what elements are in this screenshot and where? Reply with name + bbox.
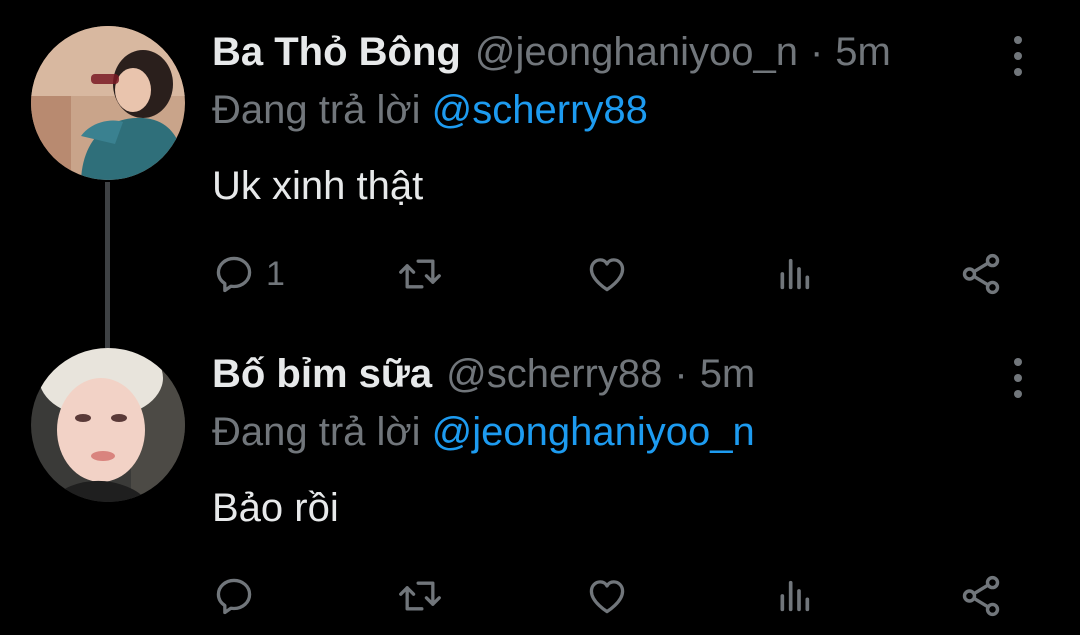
replying-to-handle-link[interactable]: @scherry88 bbox=[432, 88, 648, 132]
share-button[interactable] bbox=[958, 248, 1004, 300]
views-button[interactable] bbox=[774, 570, 814, 622]
tweet[interactable]: Ba Thỏ Bông @jeonghaniyoo_n · 5m Đang tr… bbox=[0, 0, 1080, 322]
reply-button[interactable]: 1 bbox=[212, 248, 285, 300]
timestamp[interactable]: 5m bbox=[700, 352, 756, 397]
retweet-icon bbox=[396, 252, 444, 296]
tweet-text: Bảo rồi bbox=[212, 486, 339, 530]
tweet-header: Bố bỉm sữa @scherry88 · 5m bbox=[212, 352, 755, 402]
share-icon bbox=[958, 573, 1004, 619]
tweet-text: Uk xinh thật bbox=[212, 164, 424, 208]
retweet-button[interactable] bbox=[396, 570, 444, 622]
reply-count: 1 bbox=[266, 254, 285, 293]
like-icon bbox=[584, 252, 630, 296]
replying-to: Đang trả lời @jeonghaniyoo_n bbox=[212, 410, 755, 455]
like-button[interactable] bbox=[584, 570, 630, 622]
more-icon[interactable] bbox=[1008, 36, 1028, 76]
like-button[interactable] bbox=[584, 248, 630, 300]
share-button[interactable] bbox=[958, 570, 1004, 622]
replying-to-handle-link[interactable]: @jeonghaniyoo_n bbox=[432, 410, 755, 454]
display-name[interactable]: Bố bỉm sữa bbox=[212, 352, 432, 397]
replying-to-label: Đang trả lời bbox=[212, 88, 432, 132]
tweet[interactable]: Bố bỉm sữa @scherry88 · 5m Đang trả lời … bbox=[0, 322, 1080, 635]
like-icon bbox=[584, 574, 630, 618]
avatar[interactable] bbox=[31, 348, 185, 502]
replying-to: Đang trả lời @scherry88 bbox=[212, 88, 648, 133]
views-icon bbox=[774, 574, 814, 618]
views-icon bbox=[774, 252, 814, 296]
views-button[interactable] bbox=[774, 248, 814, 300]
replying-to-label: Đang trả lời bbox=[212, 410, 432, 454]
separator-dot: · bbox=[809, 30, 824, 74]
reply-button[interactable] bbox=[212, 570, 266, 622]
avatar[interactable] bbox=[31, 26, 185, 180]
retweet-icon bbox=[396, 574, 444, 618]
reply-icon bbox=[212, 252, 256, 296]
timestamp[interactable]: 5m bbox=[835, 30, 891, 75]
more-icon[interactable] bbox=[1008, 358, 1028, 398]
separator-dot: · bbox=[674, 352, 688, 396]
display-name[interactable]: Ba Thỏ Bông bbox=[212, 30, 461, 75]
tweet-actions bbox=[212, 570, 1012, 622]
user-handle[interactable]: @scherry88 bbox=[446, 352, 662, 397]
retweet-button[interactable] bbox=[396, 248, 444, 300]
user-handle[interactable]: @jeonghaniyoo_n bbox=[475, 30, 798, 75]
tweet-header: Ba Thỏ Bông @jeonghaniyoo_n · 5m bbox=[212, 30, 891, 80]
tweet-actions: 1 bbox=[212, 248, 1012, 300]
reply-icon bbox=[212, 574, 256, 618]
share-icon bbox=[958, 251, 1004, 297]
